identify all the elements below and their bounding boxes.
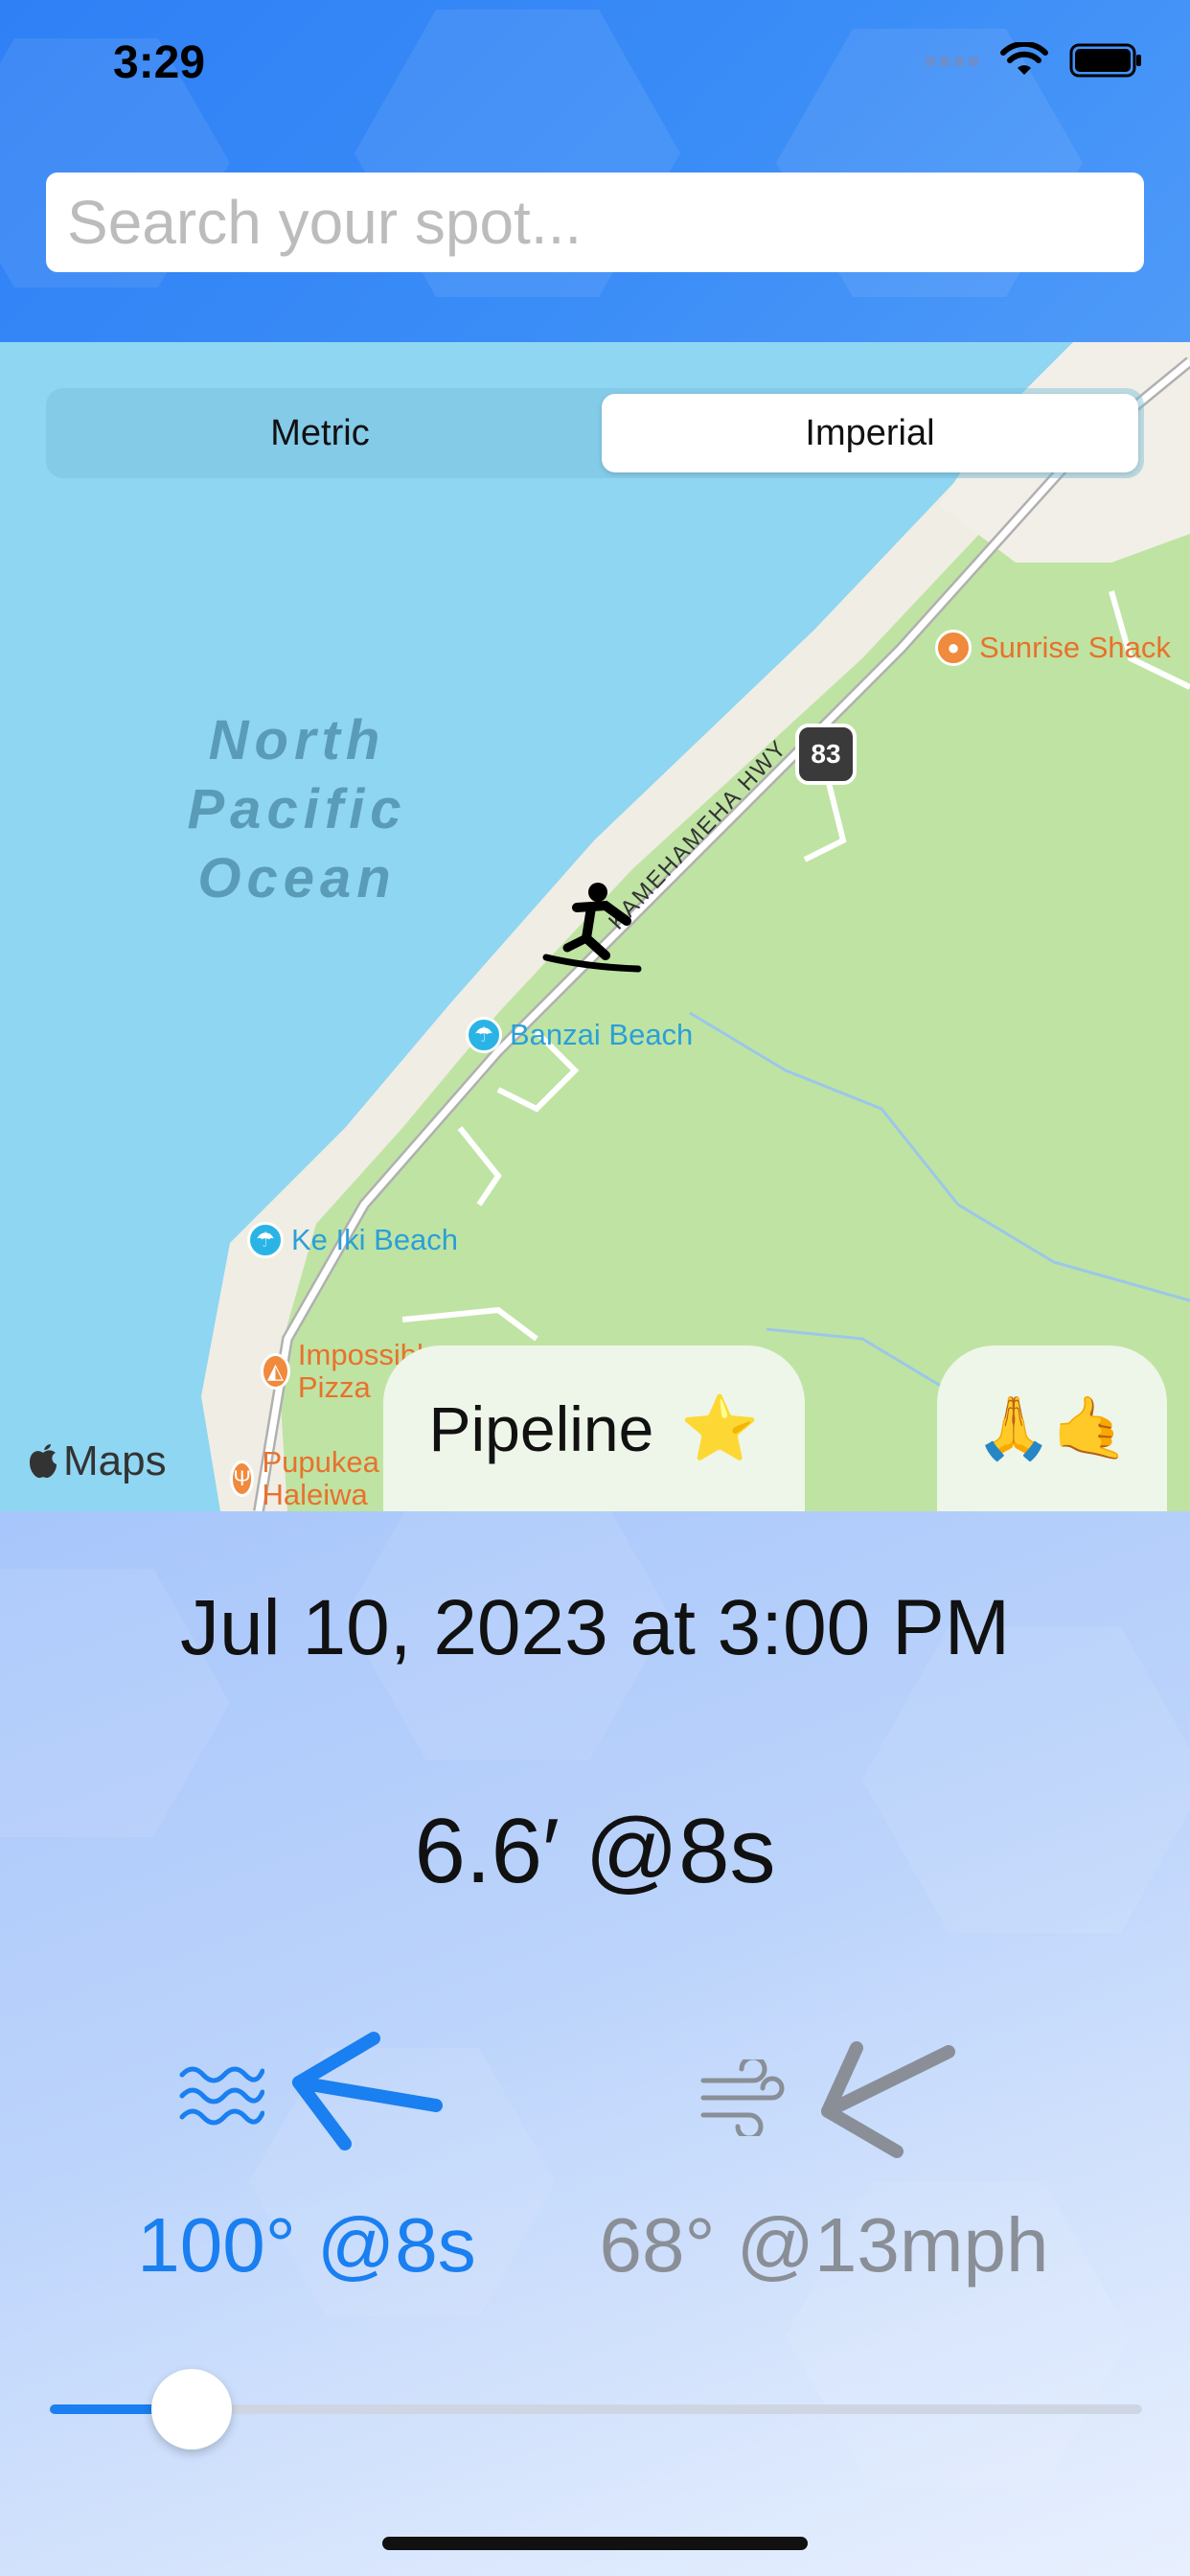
units-segmented-control: Metric Imperial (46, 388, 1144, 478)
poi-label: Banzai Beach (510, 1018, 694, 1051)
swell-info: 100° @8s (137, 2202, 476, 2288)
status-icons (926, 42, 1142, 79)
status-time: 3:29 (113, 37, 206, 88)
ocean-label: North Pacific Ocean (187, 709, 407, 909)
apple-logo-icon (30, 1444, 57, 1479)
maps-attribution[interactable]: Maps (27, 1438, 167, 1485)
beach-umbrella-icon: ☂ (466, 1017, 502, 1053)
wave-height: 6.6′ @8s (414, 1800, 776, 1902)
drink-icon: ● (935, 630, 972, 666)
slider-thumb[interactable] (151, 2369, 233, 2450)
search-input[interactable] (46, 172, 1144, 272)
wind-icon (700, 2059, 785, 2136)
header: 3:29 (0, 0, 1190, 342)
pizza-icon: ◭ (261, 1353, 290, 1390)
poi-banzai-beach[interactable]: ☂ Banzai Beach (466, 1017, 693, 1053)
poi-label: Ke Iki Beach (291, 1223, 459, 1256)
waves-icon (179, 2066, 264, 2126)
forecast-panel: Jul 10, 2023 at 3:00 PM 6.6′ @8s 100° @8… (0, 1511, 1190, 2576)
restaurant-icon: Ψ (230, 1460, 255, 1497)
app-screen: 3:29 Search your spot... Metric Imperial… (0, 0, 1190, 2576)
spot-card[interactable]: Pipeline ⭐ (383, 1346, 805, 1511)
poi-label: Sunrise Shack (979, 631, 1171, 664)
maps-attribution-label: Maps (63, 1438, 167, 1484)
segment-imperial[interactable]: Imperial (602, 394, 1138, 472)
route-shield: 83 (795, 724, 857, 785)
forecast-datetime: Jul 10, 2023 at 3:00 PM (179, 1584, 1011, 1671)
poi-label: Pupukea Haleiwa (262, 1445, 379, 1511)
favorite-star-icon[interactable]: ⭐ (680, 1392, 759, 1466)
time-slider[interactable] (50, 2369, 1142, 2450)
cellular-signal-icon (926, 57, 978, 66)
home-indicator[interactable] (382, 2537, 808, 2550)
map-view[interactable]: Metric Imperial North Pacific Ocean 83 K… (0, 342, 1190, 1511)
wifi-icon (1000, 42, 1048, 75)
battery-icon (1069, 43, 1141, 78)
beach-umbrella-icon: ☂ (247, 1222, 284, 1258)
segment-metric[interactable]: Metric (52, 394, 588, 472)
reaction-emojis: 🙏🤙 (975, 1393, 1129, 1462)
poi-sunrise-shack[interactable]: ● Sunrise Shack (935, 630, 1171, 666)
surfer-icon[interactable] (538, 879, 644, 984)
poi-ke-iki-beach[interactable]: ☂ Ke Iki Beach (247, 1222, 458, 1258)
wind-info: 68° @13mph (599, 2202, 1049, 2288)
reaction-button[interactable]: 🙏🤙 (937, 1346, 1167, 1511)
arrow-left-icon (292, 2032, 443, 2150)
spot-name: Pipeline (428, 1392, 654, 1464)
poi-pupukea-haleiwa[interactable]: Ψ Pupukea Haleiwa (230, 1446, 402, 1511)
arrow-down-left-icon (821, 2041, 955, 2158)
